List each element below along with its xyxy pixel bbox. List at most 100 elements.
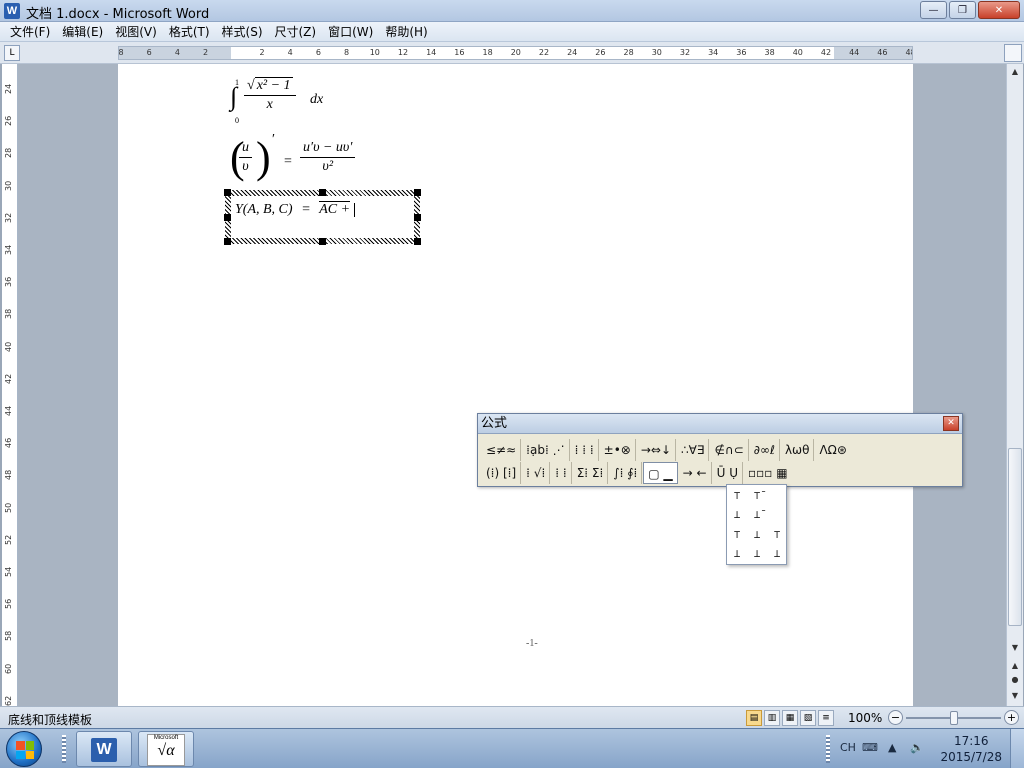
set-theory-symbols-button[interactable]: ∉∩⊂ <box>710 439 749 461</box>
formula-close-button[interactable]: ✕ <box>943 416 959 431</box>
vertical-ruler[interactable]: 24 26 28 30 32 34 36 38 40 42 44 46 48 50 52 54 56 58 60 62 <box>2 64 18 706</box>
summation-templates-button[interactable]: Σ⁞ Σ⁞ <box>573 462 609 484</box>
selected-equation-frame[interactable]: Y(A, B, C) = AC + <box>224 189 421 245</box>
menu-edit[interactable]: 编辑(E) <box>56 23 109 40</box>
document-page[interactable]: 1 ∫ 0 √ x² − 1 x dx ( u υ ) ′ = u′υ − uυ′ <box>118 64 913 706</box>
scroll-up-icon[interactable]: ▲ <box>1007 64 1023 80</box>
draft-view-icon[interactable]: ≡ <box>818 710 834 726</box>
palette-item[interactable]: ⊥ <box>730 508 744 522</box>
resize-handle-e[interactable] <box>414 214 421 221</box>
ruler-tick-label: 12 <box>397 48 409 57</box>
equation-integral[interactable]: 1 ∫ 0 √ x² − 1 x dx <box>230 77 340 128</box>
zoom-in-icon[interactable]: + <box>1004 710 1019 725</box>
restore-button[interactable]: ❐ <box>949 1 976 19</box>
taskbar-mathtype-button[interactable]: Microsoft √α <box>138 731 194 767</box>
print-layout-icon[interactable]: ▤ <box>746 710 762 726</box>
vruler-tick-label: 30 <box>4 180 13 191</box>
integral-templates-button[interactable]: ∫⁞ ∮⁞ <box>609 462 643 484</box>
palette-item[interactable]: ⊤̄ <box>750 489 764 503</box>
outline-view-icon[interactable]: ▧ <box>800 710 816 726</box>
resize-handle-ne[interactable] <box>414 189 421 196</box>
equation-boolean[interactable]: Y(A, B, C) = AC + <box>235 201 355 218</box>
keyboard-icon[interactable]: ⌨ <box>862 741 878 754</box>
menu-help[interactable]: 帮助(H) <box>379 23 433 40</box>
resize-handle-nw[interactable] <box>224 189 231 196</box>
underbar-overbar-templates-button[interactable]: ▢ ▁ <box>643 462 678 484</box>
taskbar-word-button[interactable]: W <box>76 731 132 767</box>
vruler-tick-label: 44 <box>4 405 13 416</box>
palette-item[interactable]: ⊤ <box>730 528 744 542</box>
palette-item[interactable]: ⊥ <box>770 547 784 561</box>
window-title: 文档 1.docx - Microsoft Word <box>26 7 210 22</box>
resize-handle-n[interactable] <box>319 189 326 196</box>
spaces-ellipses-button[interactable]: ⁞ạb⁞ ⋰ <box>522 439 570 461</box>
embellishments-button[interactable]: ⁞ ⁞ ⁞ <box>571 439 599 461</box>
menu-style[interactable]: 样式(S) <box>216 23 269 40</box>
show-desktop-button[interactable] <box>1010 729 1024 768</box>
mathtype-icon-glyph: √α <box>157 742 175 759</box>
formula-toolbar-title[interactable]: 公式 ✕ <box>478 414 962 434</box>
ruler-tick-label: 46 <box>877 48 888 57</box>
tab-selector[interactable]: L <box>4 45 20 61</box>
zoom-slider-thumb[interactable] <box>950 711 958 725</box>
fraction-radical-templates-button[interactable]: ⁞ √⁞ <box>522 462 551 484</box>
scroll-down-icon[interactable]: ▼ <box>1007 640 1023 656</box>
select-browse-object-icon[interactable]: ● <box>1007 672 1023 688</box>
resize-handle-se[interactable] <box>414 238 421 245</box>
equation-equals: = <box>302 202 310 217</box>
ruler-tick-label: 24 <box>567 48 578 57</box>
volume-icon[interactable]: 🔈 <box>910 741 924 754</box>
palette-item[interactable]: ⊥ <box>750 547 764 561</box>
system-clock[interactable]: 17:16 2015/7/28 <box>940 733 1002 765</box>
relational-symbols-button[interactable]: ≤≠≈ <box>482 439 522 461</box>
vruler-tick-label: 34 <box>4 244 13 255</box>
vertical-scrollbar[interactable]: ▲ ▼ ▲ ● ▼ <box>1006 64 1023 706</box>
document-area: 1 ∫ 0 √ x² − 1 x dx ( u υ ) ′ = u′υ − uυ′ <box>18 64 1006 706</box>
full-screen-reading-icon[interactable]: ▥ <box>764 710 780 726</box>
minimize-button[interactable]: — <box>920 1 947 19</box>
show-hidden-icons-icon[interactable]: ▲ <box>888 741 896 754</box>
menu-window[interactable]: 窗口(W) <box>322 23 379 40</box>
start-button[interactable] <box>6 731 42 767</box>
zoom-out-icon[interactable]: − <box>888 710 903 725</box>
products-set-templates-button[interactable]: Ū Ụ <box>713 462 743 484</box>
menu-format[interactable]: 格式(T) <box>163 23 216 40</box>
equation-quotient-rule[interactable]: ( u υ ) ′ = u′υ − uυ′ υ² <box>230 132 370 188</box>
matrix-templates-button[interactable]: ▫▫▫ ▦ <box>744 462 792 484</box>
misc-symbols-button[interactable]: ∂∞ℓ <box>750 439 780 461</box>
formula-toolbar-window[interactable]: 公式 ✕ ≤≠≈ ⁞ạb⁞ ⋰ ⁞ ⁞ ⁞ ±•⊗ →⇔↓ ∴∀∃ ∉∩⊂ ∂∞… <box>477 413 963 487</box>
mathtype-icon: Microsoft √α <box>147 734 185 766</box>
ruler-tick-label: 16 <box>454 48 465 57</box>
web-layout-icon[interactable]: ▦ <box>782 710 798 726</box>
greek-uppercase-button[interactable]: ΛΩ⊛ <box>815 439 850 461</box>
resize-handle-sw[interactable] <box>224 238 231 245</box>
script-templates-button[interactable]: ⁞ ⁞ <box>551 462 572 484</box>
greek-lowercase-button[interactable]: λωθ <box>781 439 815 461</box>
scroll-thumb[interactable] <box>1008 448 1022 626</box>
word-app-icon[interactable]: W <box>4 3 20 19</box>
ruler-margin-right <box>834 47 912 59</box>
palette-item[interactable]: ⊤ <box>730 489 744 503</box>
operator-symbols-button[interactable]: ±•⊗ <box>600 439 636 461</box>
close-button[interactable]: ✕ <box>978 1 1020 19</box>
logical-symbols-button[interactable]: ∴∀∃ <box>677 439 710 461</box>
zoom-level[interactable]: 100% <box>848 711 882 725</box>
menu-file[interactable]: 文件(F) <box>4 23 56 40</box>
view-ruler-icon[interactable] <box>1004 44 1022 62</box>
next-page-icon[interactable]: ▼ <box>1007 688 1023 704</box>
integral-lower-limit: 0 <box>235 116 239 125</box>
menu-size[interactable]: 尺寸(Z) <box>269 23 323 40</box>
horizontal-ruler[interactable]: 8 6 4 2 2 4 6 8 10 12 14 16 18 20 22 24 26 28 30 32 34 36 38 40… <box>118 46 913 60</box>
palette-item[interactable]: ⊥̄ <box>750 508 764 522</box>
resize-handle-w[interactable] <box>224 214 231 221</box>
palette-item[interactable]: ⊤ <box>770 528 784 542</box>
clock-date: 2015/7/28 <box>940 750 1002 764</box>
menu-view[interactable]: 视图(V) <box>109 23 163 40</box>
arrow-symbols-button[interactable]: →⇔↓ <box>637 439 677 461</box>
fence-templates-button[interactable]: (⁞) [⁞] <box>482 462 522 484</box>
palette-item[interactable]: ⊥ <box>730 547 744 561</box>
palette-item[interactable]: ⊥ <box>750 528 764 542</box>
language-indicator[interactable]: CH <box>840 741 856 754</box>
resize-handle-s[interactable] <box>319 238 326 245</box>
labeled-arrow-templates-button[interactable]: → ← <box>679 462 712 484</box>
